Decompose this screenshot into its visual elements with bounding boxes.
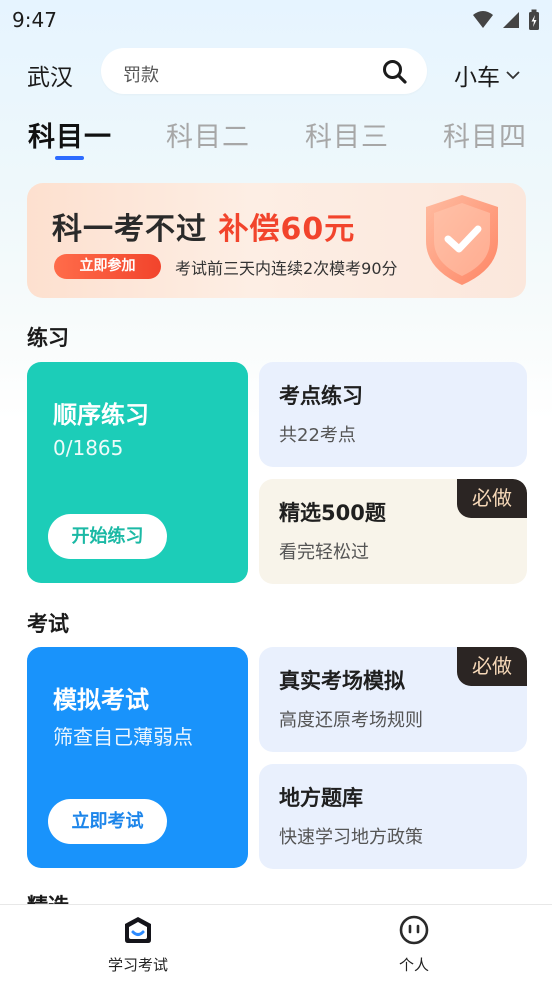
vehicle-type-selector[interactable]: 小车 [454, 58, 520, 92]
promo-title: 科一考不过 补偿60元 [52, 204, 355, 248]
chevron-down-icon [506, 71, 520, 80]
sequential-practice-title: 顺序练习 [53, 401, 149, 429]
nav-profile-label: 个人 [398, 956, 429, 974]
start-exam-button[interactable]: 立即考试 [48, 799, 167, 844]
key-points-subtitle: 共22考点 [279, 425, 356, 446]
must-do-badge: 必做 [457, 479, 527, 518]
local-bank-title: 地方题库 [279, 786, 363, 810]
nav-profile[interactable]: 个人 [344, 915, 484, 975]
battery-icon [529, 9, 539, 30]
active-tab-indicator [55, 156, 84, 160]
wifi-icon [473, 11, 493, 28]
study-home-icon [125, 917, 151, 943]
selected-500-subtitle: 看完轻松过 [279, 542, 369, 563]
status-bar: 9:47 [0, 0, 552, 40]
tab-subject-2[interactable]: 科目二 [166, 115, 250, 154]
promo-title-main: 科一考不过 [52, 212, 207, 247]
vehicle-type-label: 小车 [454, 65, 500, 91]
subject-tabs: 科目一 科目二 科目三 科目四 [0, 115, 552, 165]
real-exam-title: 真实考场模拟 [279, 669, 405, 693]
promo-banner[interactable]: 科一考不过 补偿60元 立即参加 考试前三天内连续2次模考90分 [27, 183, 526, 298]
city-selector[interactable]: 武汉 [27, 58, 73, 92]
top-bar: 武汉 罚款 小车 [0, 46, 552, 98]
promo-title-highlight: 补偿60元 [218, 212, 356, 247]
selected-500-title: 精选500题 [279, 501, 386, 525]
promo-description: 考试前三天内连续2次模考90分 [175, 259, 398, 278]
real-exam-simulation-card[interactable]: 真实考场模拟 高度还原考场规则 必做 [259, 647, 527, 752]
nav-study-exam[interactable]: 学习考试 [68, 915, 208, 975]
search-icon[interactable] [382, 59, 407, 84]
status-icons [472, 9, 540, 31]
search-input[interactable]: 罚款 [101, 48, 427, 94]
tab-subject-4[interactable]: 科目四 [443, 115, 527, 154]
status-time: 9:47 [12, 8, 57, 32]
nav-study-label: 学习考试 [107, 956, 168, 974]
start-practice-button[interactable]: 开始练习 [48, 514, 167, 559]
tab-subject-1[interactable]: 科目一 [28, 115, 112, 154]
search-placeholder: 罚款 [123, 65, 159, 86]
sequential-practice-progress: 0/1865 [53, 436, 124, 460]
mock-exam-subtitle: 筛查自己薄弱点 [53, 725, 193, 749]
join-now-button[interactable]: 立即参加 [54, 254, 161, 279]
must-do-badge: 必做 [457, 647, 527, 686]
bottom-nav: 学习考试 个人 [0, 904, 552, 981]
key-points-title: 考点练习 [279, 384, 363, 408]
mock-exam-title: 模拟考试 [53, 686, 149, 714]
key-points-practice-card[interactable]: 考点练习 共22考点 [259, 362, 527, 467]
local-bank-subtitle: 快速学习地方政策 [279, 827, 423, 848]
signal-icon [503, 12, 519, 28]
practice-section-title: 练习 [27, 326, 69, 350]
local-question-bank-card[interactable]: 地方题库 快速学习地方政策 [259, 764, 527, 869]
shield-check-icon [426, 195, 498, 285]
profile-face-icon [399, 915, 429, 945]
mock-exam-card[interactable]: 模拟考试 筛查自己薄弱点 立即考试 [27, 647, 248, 868]
selected-500-card[interactable]: 精选500题 看完轻松过 必做 [259, 479, 527, 584]
exam-section-title: 考试 [27, 612, 69, 636]
tab-subject-3[interactable]: 科目三 [305, 115, 389, 154]
real-exam-subtitle: 高度还原考场规则 [279, 710, 423, 731]
sequential-practice-card[interactable]: 顺序练习 0/1865 开始练习 [27, 362, 248, 583]
